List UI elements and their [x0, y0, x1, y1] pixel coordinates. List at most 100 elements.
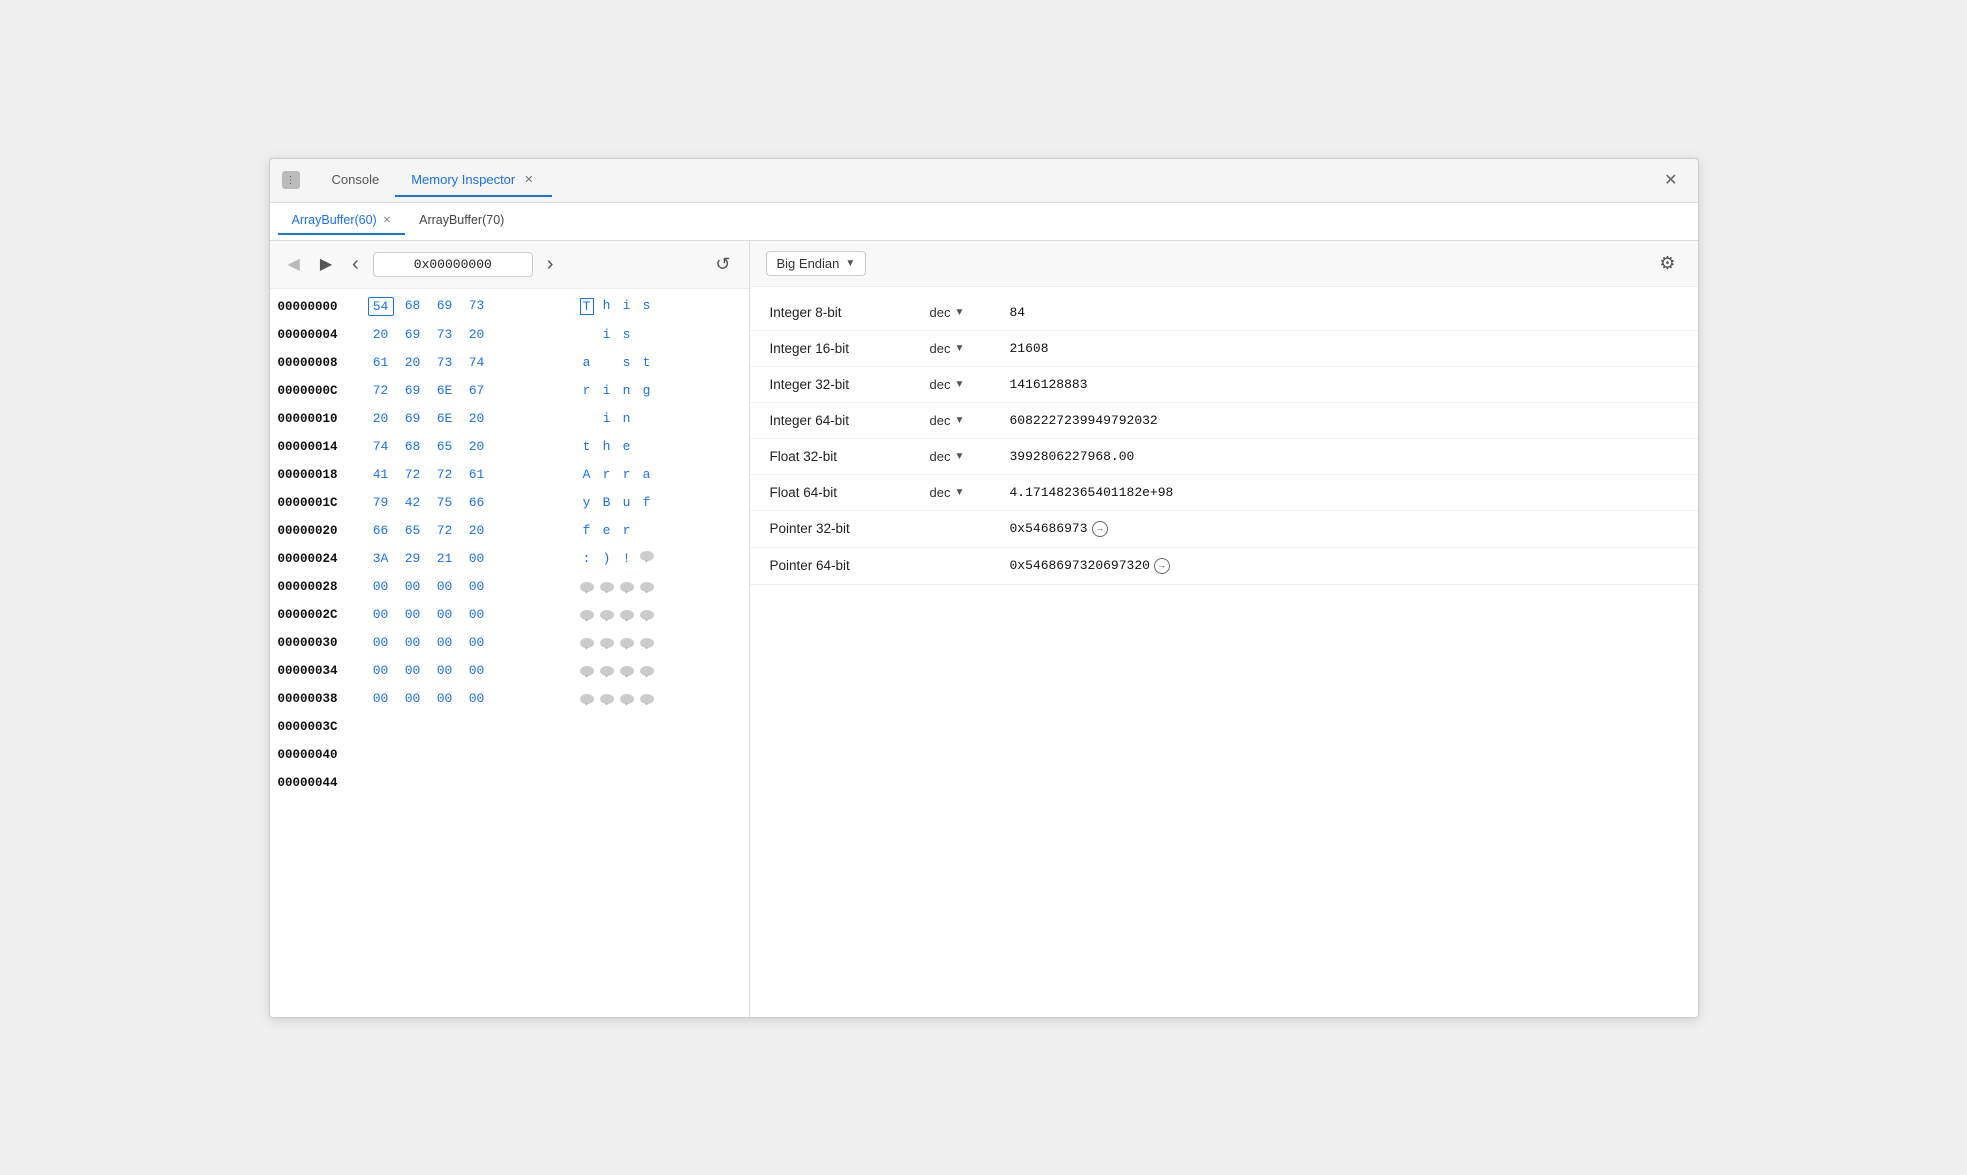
memory-byte[interactable]: 41 — [368, 466, 394, 483]
memory-char[interactable]: s — [640, 298, 654, 315]
memory-char[interactable]: y — [580, 495, 594, 510]
value-format-select[interactable]: dec ▼ — [930, 377, 1010, 392]
memory-char[interactable]: n — [620, 383, 634, 398]
memory-byte[interactable]: 74 — [464, 354, 490, 371]
memory-char[interactable]: . — [580, 638, 594, 648]
memory-char[interactable]: . — [640, 638, 654, 648]
memory-char[interactable]: u — [620, 495, 634, 510]
memory-byte[interactable]: 00 — [400, 606, 426, 623]
memory-byte[interactable]: 00 — [432, 578, 458, 595]
memory-byte[interactable]: 73 — [432, 354, 458, 371]
memory-byte[interactable]: 72 — [432, 522, 458, 539]
memory-char[interactable]: r — [620, 467, 634, 482]
memory-char[interactable] — [640, 411, 654, 426]
back-button[interactable]: ◀ — [282, 250, 306, 278]
memory-char[interactable] — [600, 355, 614, 370]
memory-byte[interactable]: 00 — [400, 662, 426, 679]
memory-char[interactable]: ) — [600, 551, 614, 566]
pointer-link-icon[interactable]: → — [1154, 558, 1170, 574]
memory-byte[interactable]: 65 — [400, 522, 426, 539]
memory-char[interactable]: t — [580, 439, 594, 454]
prev-page-button[interactable]: ‹ — [346, 249, 365, 280]
memory-char[interactable]: . — [640, 610, 654, 620]
endian-select[interactable]: Big Endian ▼ — [766, 251, 867, 276]
memory-char[interactable]: . — [600, 694, 614, 704]
value-format-select[interactable]: dec ▼ — [930, 413, 1010, 428]
memory-byte[interactable]: 00 — [400, 634, 426, 651]
value-format-select[interactable]: dec ▼ — [930, 449, 1010, 464]
memory-byte[interactable]: 00 — [464, 550, 490, 567]
memory-char[interactable]: h — [600, 439, 614, 454]
memory-char[interactable]: s — [620, 327, 634, 342]
memory-byte[interactable]: 00 — [368, 606, 394, 623]
memory-byte[interactable]: 20 — [368, 326, 394, 343]
memory-byte[interactable]: 20 — [400, 354, 426, 371]
memory-char[interactable]: . — [620, 694, 634, 704]
subtab-arraybuffer-60[interactable]: ArrayBuffer(60) ✕ — [278, 207, 406, 235]
memory-byte[interactable]: 00 — [400, 690, 426, 707]
memory-char[interactable]: i — [620, 298, 634, 315]
memory-byte[interactable]: 00 — [400, 578, 426, 595]
memory-char[interactable]: B — [600, 495, 614, 510]
memory-byte[interactable]: 20 — [464, 438, 490, 455]
forward-button[interactable]: ▶ — [314, 250, 338, 278]
memory-byte[interactable]: 68 — [400, 297, 426, 316]
memory-byte[interactable]: 6E — [432, 410, 458, 427]
memory-byte[interactable]: 69 — [400, 382, 426, 399]
memory-byte[interactable]: 73 — [432, 326, 458, 343]
memory-byte[interactable]: 20 — [464, 326, 490, 343]
value-format-select[interactable]: dec ▼ — [930, 341, 1010, 356]
memory-byte[interactable]: 73 — [464, 297, 490, 316]
memory-byte[interactable]: 69 — [432, 297, 458, 316]
memory-byte[interactable]: 75 — [432, 494, 458, 511]
memory-char[interactable]: r — [620, 523, 634, 538]
memory-byte[interactable]: 00 — [464, 662, 490, 679]
memory-byte[interactable]: 6E — [432, 382, 458, 399]
tab-console[interactable]: Console — [316, 164, 396, 197]
next-page-button[interactable]: › — [541, 249, 560, 280]
memory-byte[interactable]: 3A — [368, 550, 394, 567]
window-close-button[interactable]: ✕ — [1656, 166, 1685, 194]
memory-byte[interactable]: 65 — [432, 438, 458, 455]
menu-icon[interactable]: ⋮ — [282, 171, 300, 189]
memory-char[interactable]: s — [620, 355, 634, 370]
memory-char[interactable]: . — [580, 666, 594, 676]
memory-char[interactable]: e — [620, 439, 634, 454]
settings-button[interactable]: ⚙ — [1653, 249, 1681, 278]
memory-byte[interactable]: 54 — [368, 297, 394, 316]
memory-char[interactable]: r — [580, 383, 594, 398]
subtab-arraybuffer-70[interactable]: ArrayBuffer(70) — [405, 207, 518, 235]
memory-byte[interactable]: 00 — [432, 606, 458, 623]
refresh-button[interactable]: ↺ — [709, 250, 736, 279]
memory-char[interactable]: : — [580, 551, 594, 566]
memory-char[interactable]: . — [620, 582, 634, 592]
memory-char[interactable]: r — [600, 467, 614, 482]
memory-byte[interactable]: 20 — [464, 410, 490, 427]
memory-char[interactable]: f — [580, 523, 594, 538]
memory-char[interactable]: n — [620, 411, 634, 426]
memory-char[interactable]: e — [600, 523, 614, 538]
memory-char[interactable]: . — [580, 694, 594, 704]
memory-char[interactable]: g — [640, 383, 654, 398]
pointer-link-icon[interactable]: → — [1092, 521, 1108, 537]
memory-byte[interactable]: 00 — [464, 634, 490, 651]
memory-byte[interactable]: 00 — [368, 634, 394, 651]
memory-byte[interactable]: 61 — [368, 354, 394, 371]
memory-char[interactable]: h — [600, 298, 614, 315]
memory-char[interactable]: . — [620, 666, 634, 676]
memory-char[interactable]: . — [580, 610, 594, 620]
memory-byte[interactable]: 67 — [464, 382, 490, 399]
memory-char[interactable]: i — [600, 411, 614, 426]
memory-byte[interactable]: 20 — [368, 410, 394, 427]
memory-char[interactable]: . — [640, 694, 654, 704]
memory-byte[interactable]: 66 — [368, 522, 394, 539]
memory-char[interactable]: a — [640, 467, 654, 482]
memory-byte[interactable]: 69 — [400, 326, 426, 343]
memory-char[interactable] — [580, 327, 594, 342]
memory-byte[interactable]: 21 — [432, 550, 458, 567]
tab-memory-inspector[interactable]: Memory Inspector ✕ — [395, 164, 552, 197]
memory-char[interactable] — [580, 411, 594, 426]
memory-char[interactable]: . — [600, 610, 614, 620]
memory-char[interactable]: . — [620, 610, 634, 620]
memory-char[interactable]: . — [620, 638, 634, 648]
